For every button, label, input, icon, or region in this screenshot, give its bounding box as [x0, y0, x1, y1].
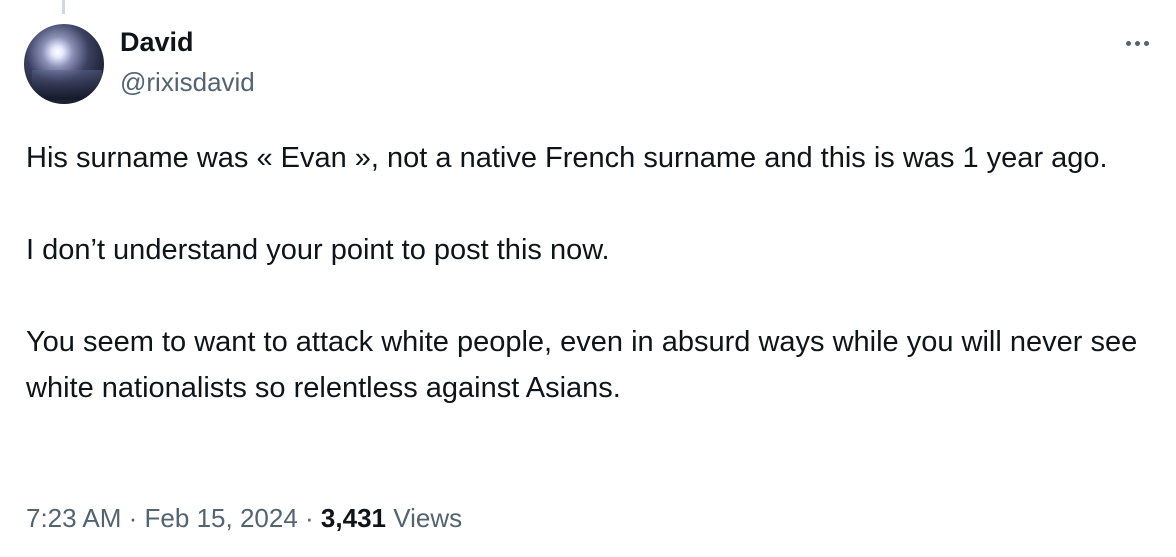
tweet-paragraph: His surname was « Evan », not a native F…: [26, 142, 1108, 174]
author-name[interactable]: David: [120, 26, 194, 58]
avatar[interactable]: [24, 24, 104, 104]
tweet-date[interactable]: Feb 15, 2024: [145, 503, 298, 533]
more-icon-dot: [1143, 40, 1149, 46]
tweet-time[interactable]: 7:23 AM: [26, 503, 121, 533]
more-icon-dot: [1125, 40, 1131, 46]
thread-connector-line: [62, 0, 65, 14]
tweet-text: His surname was « Evan », not a native F…: [26, 135, 1156, 411]
more-icon-dot: [1134, 40, 1140, 46]
views-count[interactable]: 3,431: [321, 503, 386, 533]
author-handle[interactable]: @rixisdavid: [120, 66, 255, 98]
views-label: Views: [393, 503, 463, 533]
tweet-metadata: 7:23 AM · Feb 15, 2024 · 3,431 Views: [26, 500, 462, 536]
tweet-paragraph: You seem to want to attack white people,…: [26, 326, 1138, 404]
tweet-paragraph: I don’t understand your point to post th…: [26, 234, 610, 266]
more-options-button[interactable]: [1120, 28, 1154, 58]
meta-separator: ·: [305, 503, 314, 533]
meta-separator: ·: [128, 503, 138, 533]
avatar-photo-shade: [32, 70, 102, 100]
